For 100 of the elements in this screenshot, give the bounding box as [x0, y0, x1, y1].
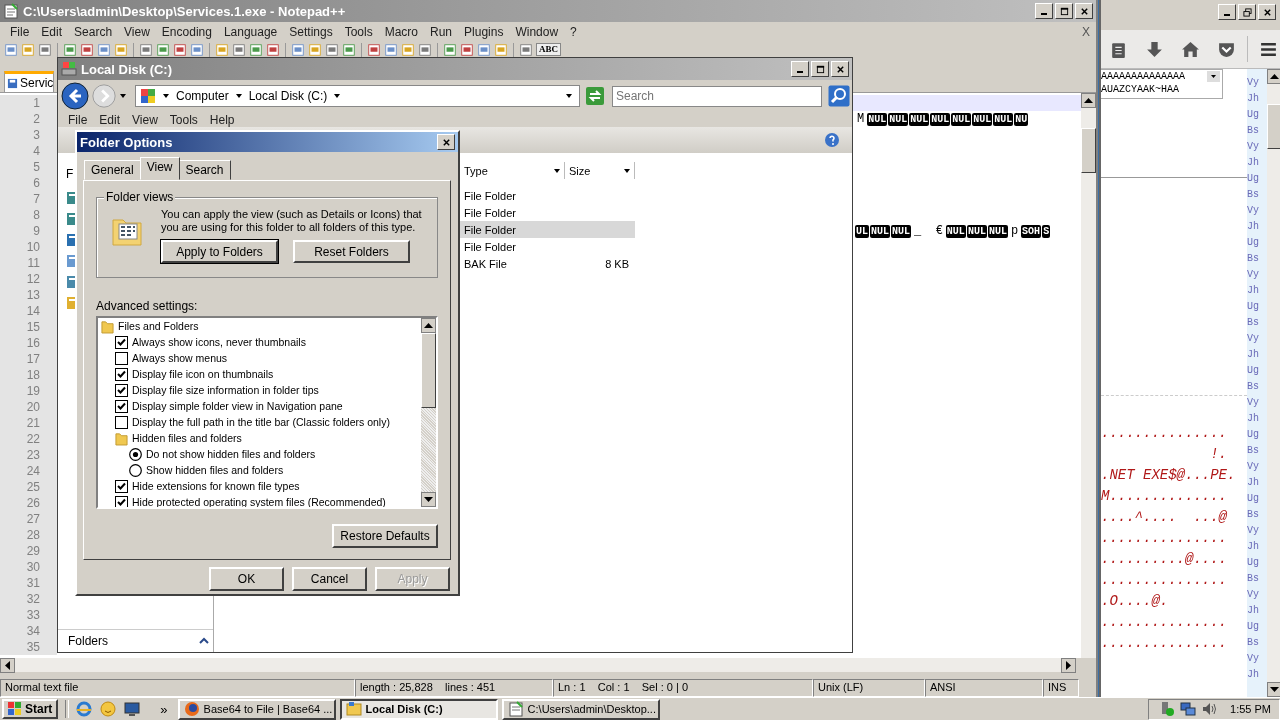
taskbar-button[interactable]: Base64 to File | Base64 ... [177, 698, 336, 720]
menu-item[interactable]: Language [217, 24, 284, 39]
search-field[interactable]: Search [612, 85, 822, 107]
refresh-button[interactable] [585, 86, 605, 106]
toolbar-icon[interactable] [173, 43, 187, 57]
scroll-arrow-button[interactable] [1061, 658, 1076, 673]
toolbar-icon[interactable] [232, 43, 246, 57]
browser-icon[interactable] [76, 701, 93, 717]
help-icon[interactable] [824, 132, 840, 148]
toolbar-icon[interactable] [63, 43, 77, 57]
toolbar-icon[interactable] [477, 43, 491, 57]
network-icon[interactable] [1180, 701, 1197, 717]
toolbar-icon[interactable] [418, 43, 432, 57]
dialog-button[interactable]: OK [209, 567, 284, 591]
toolbar-icon[interactable] [4, 43, 18, 57]
menu-item[interactable]: ? [564, 24, 583, 39]
menu-item[interactable]: Tools [338, 24, 379, 39]
toolbar-icon[interactable] [519, 43, 533, 57]
breadcrumb[interactable]: Computer [176, 89, 229, 103]
toolbar-icon[interactable] [80, 43, 94, 57]
sort-caret-icon[interactable] [553, 166, 561, 175]
menu-item[interactable]: View [118, 24, 156, 39]
overflow-button[interactable]: » [160, 701, 168, 717]
close-button[interactable] [1258, 4, 1276, 20]
search-icon[interactable] [828, 85, 850, 107]
radio-button[interactable] [129, 463, 142, 477]
menu-item[interactable]: Tools [163, 112, 204, 127]
menu-item[interactable]: Plugins [458, 24, 510, 39]
sort-caret-icon[interactable] [623, 166, 631, 175]
scroll-arrow-button[interactable] [1081, 93, 1096, 108]
toolbar-icon[interactable] [190, 43, 204, 57]
scroll-thumb[interactable] [1081, 128, 1096, 173]
toolbar-icon[interactable] [249, 43, 263, 57]
menu-item[interactable]: Help [203, 112, 241, 127]
menu-item[interactable]: Window [509, 24, 565, 39]
menu-item[interactable]: Search [68, 24, 119, 39]
menu-item[interactable]: Edit [35, 24, 69, 39]
checkbox[interactable] [115, 415, 128, 429]
toolbar-icon[interactable] [139, 43, 153, 57]
download-icon[interactable] [1145, 39, 1164, 59]
menu-item[interactable]: View [126, 112, 164, 127]
checkbox[interactable] [115, 351, 128, 365]
file-row[interactable]: File Folder [460, 187, 635, 204]
folder-view-button[interactable]: Reset Folders [293, 240, 410, 263]
caret-icon[interactable] [333, 92, 342, 100]
breadcrumb[interactable]: Local Disk (C:) [248, 89, 328, 103]
start-button[interactable]: Start [2, 699, 59, 719]
toolbar-icon[interactable] [367, 43, 381, 57]
checkbox[interactable] [115, 367, 128, 381]
taskbar-button[interactable]: C:\Users\admin\Desktop... [501, 698, 660, 720]
file-row[interactable]: File Folder [460, 221, 635, 238]
scroll-thumb[interactable] [421, 333, 436, 408]
scroll-arrow-button[interactable] [0, 658, 15, 673]
toolbar-icon[interactable] [460, 43, 474, 57]
toolbar-icon[interactable] [342, 43, 356, 57]
menu-item[interactable]: Macro [378, 24, 424, 39]
tab[interactable]: View [139, 157, 180, 180]
restore-defaults-button[interactable]: Restore Defaults [332, 524, 438, 548]
file-row[interactable]: File Folder [460, 238, 635, 255]
tab[interactable]: Search [178, 160, 231, 180]
scroll-arrow-button[interactable] [1267, 69, 1280, 84]
file-row[interactable]: BAK File 8 KB [460, 255, 635, 272]
caret-icon[interactable] [162, 92, 170, 100]
toolbar-icon[interactable] [156, 43, 170, 57]
column-header[interactable]: Size [565, 162, 635, 179]
checkbox[interactable] [115, 479, 128, 493]
scroll-arrow-button[interactable] [421, 492, 436, 507]
folder-view-button[interactable]: Apply to Folders [161, 240, 278, 263]
close-document-button[interactable]: X [1082, 24, 1090, 39]
toolbar-icon[interactable] [291, 43, 305, 57]
address-bar[interactable]: Computer Local Disk (C:) [135, 85, 580, 107]
scroll-thumb[interactable] [1267, 104, 1280, 149]
taskbar-button[interactable]: Local Disk (C:) [339, 698, 498, 720]
scroll-arrow-button[interactable] [1267, 682, 1280, 697]
toolbar-icon[interactable] [443, 43, 457, 57]
toolbar-icon[interactable] [384, 43, 398, 57]
minimize-button[interactable] [1218, 4, 1236, 20]
menu-item[interactable]: Encoding [155, 24, 218, 39]
caret-icon[interactable] [119, 92, 127, 100]
menu-item[interactable]: File [4, 24, 36, 39]
scroll-arrow-button[interactable] [421, 318, 436, 333]
menu-item[interactable]: Settings [283, 24, 339, 39]
file-row[interactable]: File Folder [460, 204, 635, 221]
checkbox[interactable] [115, 335, 128, 349]
toolbar-icon[interactable] [266, 43, 280, 57]
home-icon[interactable] [1181, 39, 1200, 59]
menu-item[interactable]: Run [424, 24, 459, 39]
speaker-icon[interactable] [1201, 701, 1218, 717]
checkbox[interactable] [115, 383, 128, 397]
document-tab[interactable]: Servic [4, 71, 55, 92]
toolbar-icon[interactable] [325, 43, 339, 57]
dialog-button[interactable]: Cancel [292, 567, 367, 591]
menu-item[interactable]: Edit [93, 112, 127, 127]
close-button[interactable] [437, 134, 455, 150]
toolbar-icon[interactable] [38, 43, 52, 57]
checkbox[interactable] [115, 495, 128, 507]
text-area[interactable]: AAAAAAAAAAAAAA AUAZCYAAK~HAA [1101, 69, 1223, 99]
checkbox[interactable] [115, 399, 128, 413]
menu-item[interactable]: File [62, 112, 94, 127]
desktop-icon[interactable] [124, 701, 141, 717]
